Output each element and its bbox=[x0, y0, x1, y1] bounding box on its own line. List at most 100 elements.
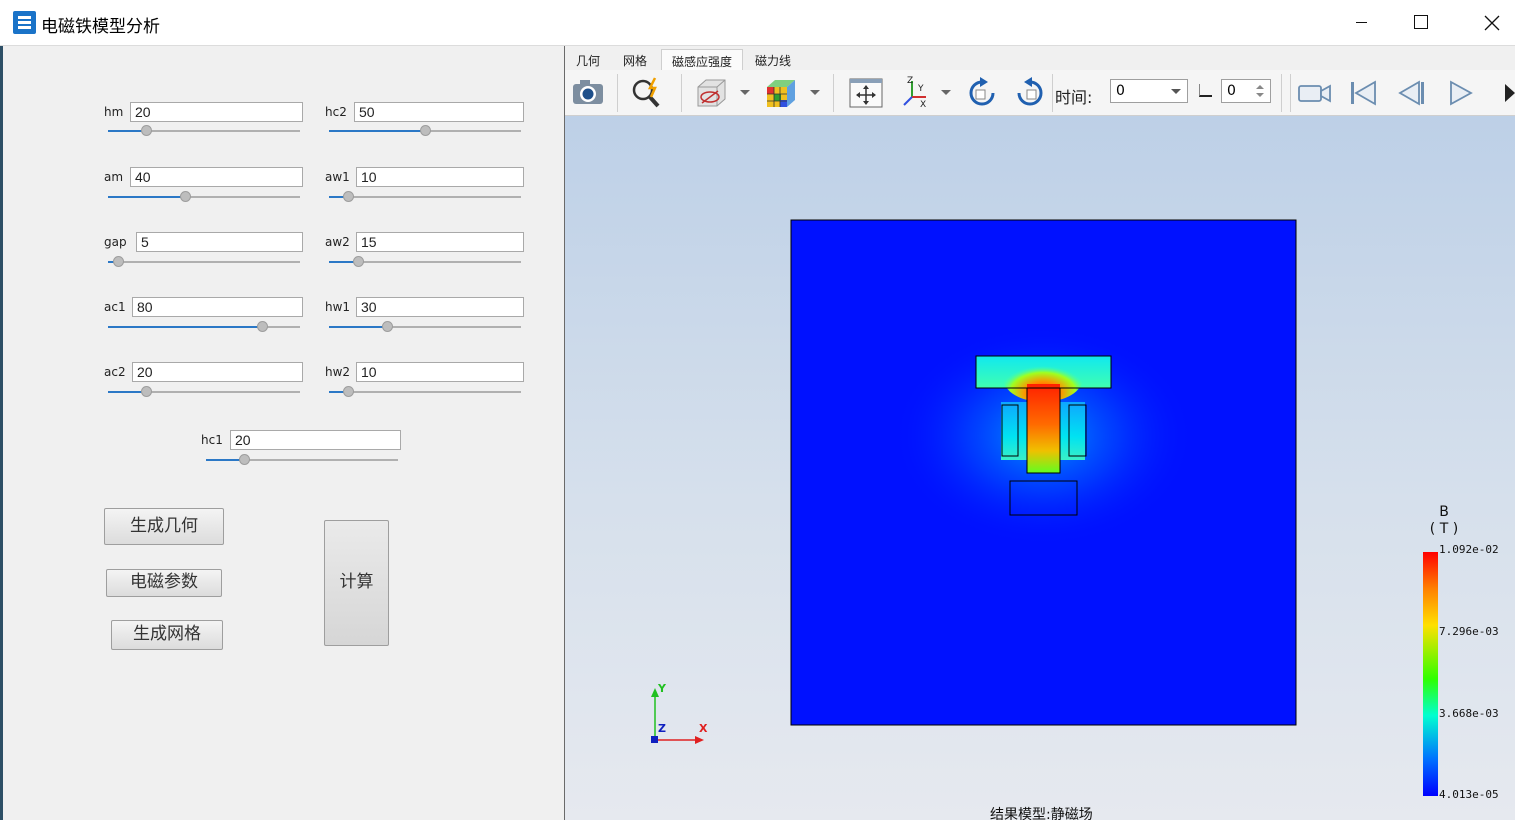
aw2-slider-thumb[interactable] bbox=[353, 256, 364, 267]
hw2-slider[interactable] bbox=[329, 386, 521, 398]
app-logo-icon bbox=[13, 11, 36, 34]
maximize-button[interactable] bbox=[1385, 0, 1455, 46]
video-icon[interactable] bbox=[1297, 75, 1333, 111]
param-label-ac2: ac2 bbox=[104, 365, 126, 379]
last-frame-icon[interactable] bbox=[1499, 75, 1515, 111]
spin-up-icon[interactable] bbox=[1256, 85, 1264, 89]
rotate-ccw-icon[interactable] bbox=[1012, 75, 1048, 111]
param-label-hc1: hc1 bbox=[201, 433, 223, 447]
param-label-hw2: hw2 bbox=[325, 365, 351, 379]
spin-down-icon[interactable] bbox=[1256, 93, 1264, 97]
hc2-slider-thumb[interactable] bbox=[420, 125, 431, 136]
param-label-gap: gap bbox=[104, 235, 127, 249]
hw1-input[interactable]: 30 bbox=[356, 297, 524, 317]
time-label: 时间: bbox=[1055, 88, 1093, 107]
em-params-button[interactable]: 电磁参数 bbox=[106, 569, 222, 597]
aw1-slider[interactable] bbox=[329, 191, 521, 203]
gap-slider[interactable] bbox=[108, 256, 300, 268]
step-spinbox[interactable]: 0 bbox=[1221, 79, 1271, 103]
param-label-hc2: hc2 bbox=[325, 105, 347, 119]
rotate-cw-icon[interactable] bbox=[964, 75, 1000, 111]
param-label-hw1: hw1 bbox=[325, 300, 351, 314]
fit-view-icon[interactable] bbox=[848, 75, 884, 111]
tab-field-lines[interactable]: 磁力线 bbox=[751, 49, 795, 70]
tab-mesh[interactable]: 网格 bbox=[620, 49, 650, 70]
close-button[interactable] bbox=[1456, 0, 1515, 46]
step-checkbox[interactable] bbox=[1199, 84, 1212, 97]
calculate-button[interactable]: 计算 bbox=[324, 520, 389, 646]
colorbar-tick: 3.668e-03 bbox=[1439, 707, 1499, 720]
step-value: 0 bbox=[1227, 83, 1236, 99]
hw2-input[interactable]: 10 bbox=[356, 362, 524, 382]
clip-box-icon[interactable] bbox=[693, 75, 729, 111]
param-label-am: am bbox=[104, 170, 124, 184]
colorbar-tick: 7.296e-03 bbox=[1439, 625, 1499, 638]
colorbar-unit: ( T ) bbox=[1429, 521, 1459, 537]
first-frame-icon[interactable] bbox=[1345, 75, 1381, 111]
splitter[interactable] bbox=[564, 46, 565, 820]
toolbar: ZYX 时间: 0 0 bbox=[565, 70, 1515, 116]
param-label-aw2: aw2 bbox=[325, 235, 350, 249]
axis-y-label: Y bbox=[658, 682, 666, 695]
3d-viewport[interactable]: Y X Z B ( T ) 1.092e-02 7.296e-03 3.668e… bbox=[565, 116, 1515, 820]
hw2-slider-thumb[interactable] bbox=[343, 386, 354, 397]
param-label-aw1: aw1 bbox=[325, 170, 350, 184]
hc1-slider[interactable] bbox=[206, 454, 398, 466]
axes-orient-icon[interactable]: ZYX bbox=[898, 75, 934, 111]
ac2-slider-thumb[interactable] bbox=[141, 386, 152, 397]
result-model-label: 结果模型:静磁场 bbox=[990, 807, 1093, 820]
minimize-button[interactable] bbox=[1313, 0, 1383, 46]
svg-text:Z: Z bbox=[907, 76, 913, 86]
hm-input[interactable]: 20 bbox=[130, 102, 303, 122]
camera-icon[interactable] bbox=[570, 75, 606, 111]
view-tabs: 几何 网格 磁感应强度 磁力线 bbox=[565, 46, 1515, 70]
ac1-slider-thumb[interactable] bbox=[257, 321, 268, 332]
gap-input[interactable]: 5 bbox=[136, 232, 303, 252]
hc1-slider-thumb[interactable] bbox=[239, 454, 250, 465]
aw2-input[interactable]: 15 bbox=[356, 232, 524, 252]
hw1-slider-thumb[interactable] bbox=[382, 321, 393, 332]
gap-slider-thumb[interactable] bbox=[113, 256, 124, 267]
generate-mesh-button[interactable]: 生成网格 bbox=[111, 620, 223, 650]
app-window: 电磁铁模型分析 hm 20 am 40 gap 5 ac1 80 ac2 20 … bbox=[0, 0, 1515, 820]
aw1-input[interactable]: 10 bbox=[356, 167, 524, 187]
hc2-slider[interactable] bbox=[329, 125, 521, 137]
ac2-slider[interactable] bbox=[108, 386, 300, 398]
cube-display-icon[interactable] bbox=[763, 75, 799, 111]
ac1-input[interactable]: 80 bbox=[132, 297, 303, 317]
tab-magnetic-flux-density[interactable]: 磁感应强度 bbox=[661, 49, 743, 70]
ac1-slider[interactable] bbox=[108, 321, 300, 333]
aw1-slider-thumb[interactable] bbox=[343, 191, 354, 202]
am-input[interactable]: 40 bbox=[130, 167, 303, 187]
next-frame-icon[interactable] bbox=[1443, 75, 1479, 111]
hc2-input[interactable]: 50 bbox=[354, 102, 524, 122]
time-select[interactable]: 0 bbox=[1110, 79, 1188, 103]
param-label-hm: hm bbox=[104, 105, 124, 119]
tab-geometry[interactable]: 几何 bbox=[573, 49, 603, 70]
am-slider[interactable] bbox=[108, 191, 300, 203]
hm-slider[interactable] bbox=[108, 125, 300, 137]
window-title: 电磁铁模型分析 bbox=[41, 17, 160, 37]
parameter-panel: hm 20 am 40 gap 5 ac1 80 ac2 20 hc2 50 a… bbox=[3, 46, 564, 820]
field-plot bbox=[651, 219, 1297, 744]
hw1-slider[interactable] bbox=[329, 321, 521, 333]
colorbar-quantity: B bbox=[1439, 504, 1449, 520]
title-bar: 电磁铁模型分析 bbox=[0, 0, 1515, 46]
svg-text:Y: Y bbox=[917, 84, 924, 94]
chevron-down-icon bbox=[1171, 89, 1181, 94]
maximize-icon bbox=[1414, 15, 1428, 29]
close-icon bbox=[1484, 15, 1500, 31]
hm-slider-thumb[interactable] bbox=[141, 125, 152, 136]
colorbar-tick-max: 1.092e-02 bbox=[1439, 543, 1499, 556]
generate-geometry-button[interactable]: 生成几何 bbox=[104, 508, 224, 545]
pick-icon[interactable] bbox=[629, 75, 665, 111]
ac2-input[interactable]: 20 bbox=[132, 362, 303, 382]
prev-frame-icon[interactable] bbox=[1393, 75, 1429, 111]
colorbar bbox=[1423, 552, 1438, 796]
am-slider-thumb[interactable] bbox=[180, 191, 191, 202]
axis-z-label: Z bbox=[658, 722, 666, 735]
hc1-input[interactable]: 20 bbox=[230, 430, 401, 450]
aw2-slider[interactable] bbox=[329, 256, 521, 268]
colorbar-title: B ( T ) bbox=[1428, 504, 1460, 538]
minimize-icon bbox=[1356, 22, 1367, 23]
